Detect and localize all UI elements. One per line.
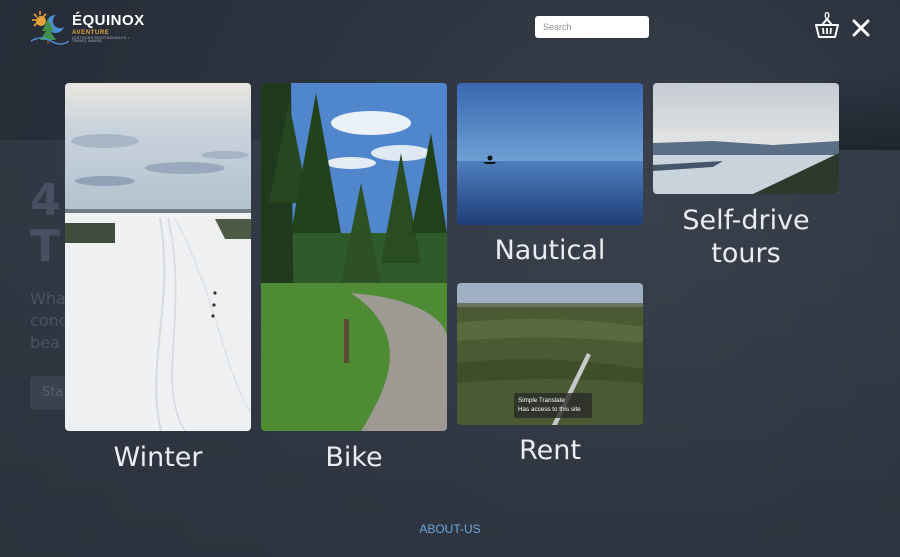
category-label-nautical: Nautical xyxy=(494,235,606,266)
equinox-logo[interactable]: ÉQUINOX AVENTURE LESTOURS RESPONSABLES •… xyxy=(29,8,144,48)
category-label-self-drive-tours: Self-drive tours xyxy=(682,205,810,269)
category-card-rent[interactable]: Rent xyxy=(457,283,643,483)
category-label-rent: Rent xyxy=(519,435,581,466)
extension-toast: Simple Translate Has access to this site xyxy=(514,393,592,418)
logo-tagline: LESTOURS RESPONSABLES • TRAVEL AWARE xyxy=(72,35,130,43)
toast-title: Simple Translate xyxy=(518,397,565,404)
nautical-image xyxy=(457,83,643,225)
bike-image xyxy=(261,83,447,431)
about-us-link[interactable]: ABOUT-US xyxy=(0,522,900,536)
background-heading: 4 T xyxy=(30,175,61,272)
background-trees xyxy=(830,70,900,150)
category-card-nautical[interactable]: Nautical xyxy=(457,83,643,273)
cart-button[interactable]: 0 xyxy=(814,11,840,40)
logo-subtitle: AVENTURE xyxy=(72,29,110,36)
cart-count: 0 xyxy=(824,11,830,22)
close-menu-button[interactable] xyxy=(850,17,872,39)
close-icon xyxy=(852,19,870,37)
background-start-button: Sta xyxy=(30,376,70,410)
winter-image xyxy=(65,83,251,431)
search-input[interactable] xyxy=(535,16,649,38)
category-card-bike[interactable]: Bike xyxy=(261,83,447,483)
category-label-winter: Winter xyxy=(113,442,203,473)
logo-title: ÉQUINOX xyxy=(72,11,145,29)
self-drive-tours-image xyxy=(653,83,839,194)
logo-sun-moon-tree-icon xyxy=(29,9,70,47)
category-card-winter[interactable]: Winter xyxy=(65,83,251,483)
toast-message: Has access to this site xyxy=(518,406,581,413)
category-label-bike: Bike xyxy=(325,442,383,473)
logo-text: ÉQUINOX AVENTURE LESTOURS RESPONSABLES •… xyxy=(72,13,145,44)
category-card-self-drive-tours[interactable]: Self-drive tours xyxy=(653,83,839,273)
